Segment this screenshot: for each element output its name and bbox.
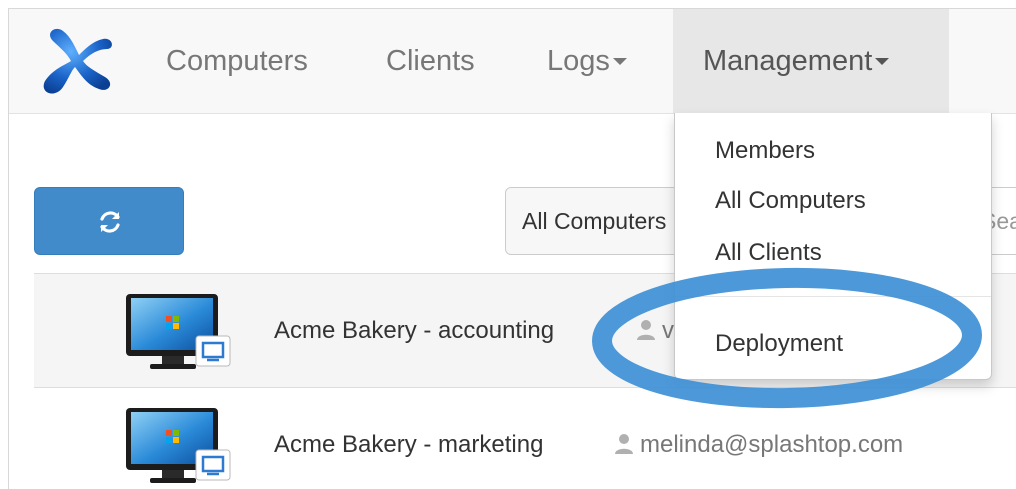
page: Computers Clients Logs Management All Co… <box>0 0 1016 489</box>
frame-border <box>8 8 1016 489</box>
